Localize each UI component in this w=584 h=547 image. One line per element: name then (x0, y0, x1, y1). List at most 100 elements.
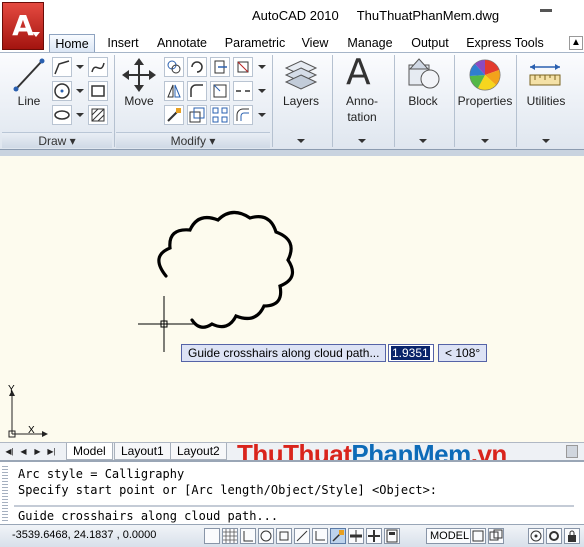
tab-layout2[interactable]: Layout2 (170, 443, 227, 460)
chevron-down-icon[interactable] (258, 65, 266, 69)
copy-icon[interactable] (164, 57, 184, 77)
rectangle-icon[interactable] (88, 81, 108, 101)
application-menu-button[interactable]: A (2, 2, 44, 50)
chevron-down-icon[interactable] (76, 89, 84, 93)
dynamic-input-field[interactable]: 1.9351 (388, 344, 434, 362)
scroll-thumb[interactable] (566, 445, 578, 458)
file-name: ThuThuatPhanMem.dwg (356, 8, 500, 23)
tab-parametric[interactable]: Parametric (222, 34, 288, 52)
ribbon: Line Draw ▾ Move Modify ▾ Layers A Anno-… (0, 52, 584, 150)
scale-icon[interactable] (187, 105, 207, 125)
ducs-toggle-icon[interactable] (312, 528, 328, 544)
tab-view[interactable]: View (297, 34, 333, 52)
next-tab-icon[interactable]: ▶ (32, 445, 43, 458)
minimize-ribbon-icon[interactable]: ▲ (569, 36, 583, 50)
draw-panel-title[interactable]: Draw ▾ (2, 132, 112, 148)
calculator-icon[interactable] (384, 528, 400, 544)
break-icon[interactable] (233, 81, 253, 101)
autocad-logo-icon: A (12, 9, 34, 42)
line-icon (13, 58, 45, 92)
quick-view-layouts-icon[interactable] (470, 528, 486, 544)
toolbar-lock-icon[interactable] (564, 528, 580, 544)
offset-icon[interactable] (233, 105, 253, 125)
tab-manage[interactable]: Manage (343, 34, 397, 52)
minimize-icon[interactable] (540, 9, 552, 12)
tab-layout1[interactable]: Layout1 (114, 443, 171, 460)
modify-panel-label: Modify (170, 134, 206, 148)
tab-annotate[interactable]: Annotate (152, 34, 212, 52)
block-icon (408, 58, 440, 89)
last-tab-icon[interactable]: ▶| (46, 445, 57, 458)
chevron-down-icon[interactable] (76, 65, 84, 69)
mirror-icon[interactable] (164, 81, 184, 101)
angle-readout: < 108° (438, 344, 488, 362)
dynamic-input-toggle-icon[interactable] (330, 528, 346, 544)
status-bar: -3539.6468, 24.1837 , 0.0000 MODEL (0, 524, 584, 547)
erase-icon[interactable] (233, 57, 253, 77)
annotation-icon: A (346, 52, 371, 93)
circle-icon[interactable] (52, 81, 72, 101)
hatch-icon[interactable] (88, 105, 108, 125)
ortho-toggle-icon[interactable] (240, 528, 256, 544)
move-button[interactable]: Move (120, 93, 158, 109)
properties-icon (469, 59, 501, 91)
chevron-down-icon[interactable] (542, 139, 550, 143)
ellipse-icon[interactable] (52, 105, 72, 125)
snap-toggle-icon[interactable] (204, 528, 220, 544)
annotation-label-line2: tation (347, 110, 377, 124)
trim-icon[interactable] (210, 57, 230, 77)
ribbon-tabs: Home Insert Annotate Parametric View Man… (0, 34, 584, 52)
tab-model[interactable]: Model (66, 443, 113, 460)
command-line-grip[interactable] (2, 466, 8, 522)
osnap-toggle-icon[interactable] (276, 528, 292, 544)
explode-icon[interactable] (210, 81, 230, 101)
fillet-icon[interactable] (187, 81, 207, 101)
lineweight-toggle-icon[interactable] (348, 528, 364, 544)
quick-properties-icon[interactable] (366, 528, 382, 544)
chevron-down-icon[interactable] (419, 139, 427, 143)
properties-button[interactable]: Properties (456, 93, 514, 109)
command-line[interactable]: Arc style = Calligraphy Specify start po… (0, 460, 584, 524)
utilities-icon (529, 64, 561, 86)
tab-output[interactable]: Output (406, 34, 454, 52)
annotation-button[interactable]: Anno- tation (338, 93, 386, 125)
revision-cloud (157, 210, 295, 329)
command-history-line: Arc style = Calligraphy (18, 467, 185, 481)
workspace-switch-icon[interactable] (546, 528, 562, 544)
polar-toggle-icon[interactable] (258, 528, 274, 544)
spline-icon[interactable] (88, 57, 108, 77)
prev-tab-icon[interactable]: ◀ (18, 445, 29, 458)
chevron-down-icon[interactable] (481, 139, 489, 143)
command-history-line: Specify start point or [Arc length/Objec… (18, 483, 438, 497)
tab-express-tools[interactable]: Express Tools (464, 34, 546, 52)
chevron-down-icon[interactable] (258, 89, 266, 93)
dynamic-input-value: 1.9351 (391, 346, 430, 360)
line-button[interactable]: Line (10, 93, 48, 109)
layers-icon (284, 60, 318, 90)
tab-home[interactable]: Home (49, 34, 95, 52)
utilities-button[interactable]: Utilities (520, 93, 572, 109)
chevron-down-icon[interactable] (297, 139, 305, 143)
rotate-icon[interactable] (187, 57, 207, 77)
command-tooltip: Guide crosshairs along cloud path... (181, 344, 387, 362)
chevron-down-icon[interactable] (258, 113, 266, 117)
chevron-down-icon[interactable] (76, 113, 84, 117)
coordinate-readout[interactable]: -3539.6468, 24.1837 , 0.0000 (12, 529, 156, 541)
otrack-toggle-icon[interactable] (294, 528, 310, 544)
model-space-button[interactable]: MODEL (426, 528, 474, 544)
chevron-down-icon[interactable] (358, 139, 366, 143)
stretch-icon[interactable] (164, 105, 184, 125)
annotation-scale-icon[interactable] (528, 528, 544, 544)
quick-view-drawings-icon[interactable] (488, 528, 504, 544)
tab-insert[interactable]: Insert (102, 34, 144, 52)
command-prompt[interactable]: Guide crosshairs along cloud path... (18, 508, 278, 524)
first-tab-icon[interactable]: ◀| (4, 445, 15, 458)
layers-button[interactable]: Layers (278, 93, 324, 109)
modify-panel-title[interactable]: Modify ▾ (116, 132, 270, 148)
grid-toggle-icon[interactable] (222, 528, 238, 544)
annotation-label-line1: Anno- (345, 94, 379, 108)
block-button[interactable]: Block (400, 93, 446, 109)
drawing-canvas[interactable]: Guide crosshairs along cloud path... 1.9… (0, 150, 584, 442)
array-icon[interactable] (210, 105, 230, 125)
polyline-icon[interactable] (52, 57, 72, 77)
